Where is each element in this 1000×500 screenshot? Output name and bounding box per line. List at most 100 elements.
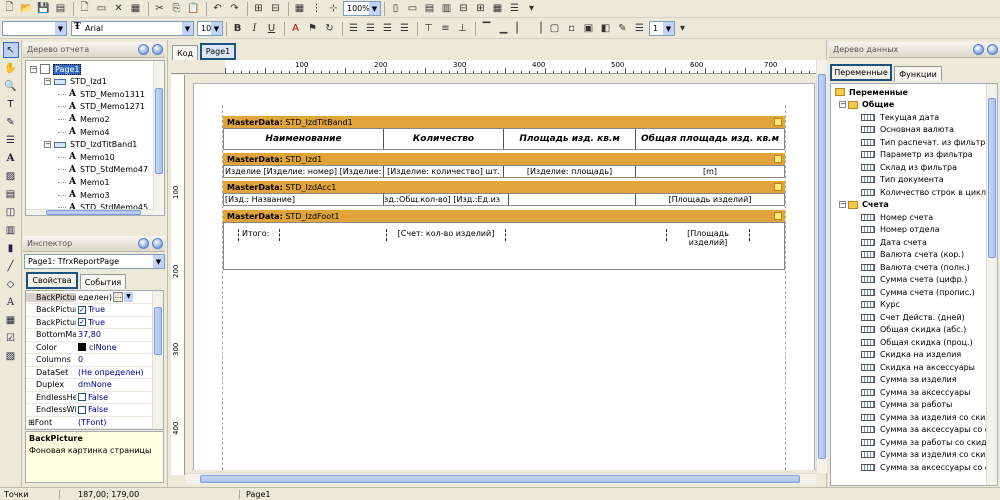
toolbar-more-icon[interactable]: ▾ bbox=[524, 1, 539, 16]
data-tree-folder[interactable]: − Общие bbox=[839, 99, 894, 112]
memo-izd-name[interactable]: Изделие [Изделие: номер] [Изделие: ши bbox=[224, 166, 384, 177]
inspector-object-combo[interactable]: Page1: TfrxReportPage ▼ bbox=[24, 254, 165, 269]
cut-icon[interactable]: ✂ bbox=[152, 1, 167, 16]
bold-button[interactable]: B bbox=[230, 21, 245, 36]
property-value[interactable]: False bbox=[76, 393, 154, 402]
frame-bottom-icon[interactable]: ▁ bbox=[496, 21, 511, 36]
chevron-down-icon[interactable]: ▼ bbox=[153, 255, 164, 268]
memo-header-name[interactable]: Наименование bbox=[224, 129, 384, 149]
band-settings-icon[interactable] bbox=[774, 118, 782, 126]
frame-width-combo[interactable]: 1 ▼ bbox=[649, 21, 675, 36]
report-options-icon[interactable]: ▭ bbox=[405, 1, 420, 16]
frame-right-icon[interactable]: ▕ bbox=[530, 21, 545, 36]
chevron-down-icon[interactable]: ▼ bbox=[663, 22, 674, 35]
style-combo[interactable]: ▼ bbox=[2, 21, 67, 36]
data-tree-variable[interactable]: Сумма за аксессуары bbox=[861, 386, 970, 399]
copy-icon[interactable]: ⎘ bbox=[169, 1, 184, 16]
data-tree-variable[interactable]: Сумма счета (пропис.) bbox=[861, 286, 975, 299]
property-row[interactable]: Duplex dmNone bbox=[26, 379, 154, 392]
data-tree-variable[interactable]: Скидка на аксессуары bbox=[861, 361, 975, 374]
expand-icon[interactable]: − bbox=[44, 78, 51, 86]
line-tool-icon[interactable]: ╱ bbox=[3, 258, 19, 274]
new-dialog-icon[interactable]: ▭ bbox=[94, 1, 109, 16]
page-settings-icon[interactable]: ▦ bbox=[128, 1, 143, 16]
expand-icon[interactable]: − bbox=[839, 101, 846, 109]
memo-izd-quantity[interactable]: [Изделие: количество] шт. bbox=[384, 166, 504, 177]
checkbox-icon[interactable]: ✓ bbox=[78, 318, 86, 326]
tab-code[interactable]: Код bbox=[172, 45, 198, 60]
report-tree-item[interactable]: − STD_IzdTitBand1 bbox=[44, 139, 137, 151]
memo-foot-area[interactable]: [Площадь изделий] bbox=[666, 229, 750, 247]
data-tree-variable[interactable]: Номер счета bbox=[861, 211, 933, 224]
align-center-icon[interactable]: ☰ bbox=[363, 21, 378, 36]
expand-icon[interactable]: − bbox=[839, 201, 846, 209]
data-tree-variable[interactable]: Курс bbox=[861, 299, 900, 312]
data-tree-variable[interactable]: Общая скидка (проц.) bbox=[861, 336, 973, 349]
report-tree-item[interactable]: − Page1 bbox=[30, 63, 82, 75]
new-report-icon[interactable]: 🗋 bbox=[2, 1, 17, 16]
property-row[interactable]: Columns 0 bbox=[26, 354, 154, 367]
subreport-tool-icon[interactable]: ▤ bbox=[3, 186, 19, 202]
italic-button[interactable]: I bbox=[247, 21, 262, 36]
save-icon[interactable]: 💾 bbox=[36, 1, 51, 16]
styles-icon[interactable]: ▥ bbox=[439, 1, 454, 16]
ungroup-icon[interactable]: ⊟ bbox=[268, 1, 283, 16]
tab-page1[interactable]: Page1 bbox=[200, 43, 236, 60]
scroll-thumb[interactable] bbox=[200, 475, 800, 483]
band-header-titband[interactable]: MasterData: STD_IzdTitBand1 bbox=[223, 116, 785, 128]
band-titband[interactable]: Наименование Количество Площадь изд. кв.… bbox=[223, 128, 785, 150]
memo-acc-name[interactable]: [Изд.: Название] bbox=[224, 194, 384, 205]
crosstab-tool-icon[interactable]: ▦ bbox=[3, 312, 19, 328]
frame-style-icon[interactable]: ☰ bbox=[632, 21, 647, 36]
band-izd[interactable]: Изделие [Изделие: номер] [Изделие: ши [И… bbox=[223, 165, 785, 178]
text-edit-tool-icon[interactable]: T bbox=[3, 96, 19, 112]
memo-foot-total-label[interactable]: Итого: bbox=[238, 229, 280, 241]
frame-left-icon[interactable]: ▏ bbox=[513, 21, 528, 36]
band-settings-icon[interactable] bbox=[774, 212, 782, 220]
redo-icon[interactable]: ↷ bbox=[227, 1, 242, 16]
property-row[interactable]: BackPicturePrintable✓True bbox=[26, 304, 154, 317]
memo-header-area[interactable]: Площадь изд. кв.м bbox=[504, 129, 636, 149]
panel-close-icon[interactable] bbox=[152, 44, 163, 55]
report-tree-item[interactable]: A Memo2 bbox=[58, 113, 110, 125]
checkbox-icon[interactable]: ✓ bbox=[78, 305, 86, 314]
data-tree-variable[interactable]: Сумма за работы bbox=[861, 399, 952, 412]
chevron-down-icon[interactable]: ▼ bbox=[124, 292, 133, 302]
property-row[interactable]: BottomMargin37,80 bbox=[26, 329, 154, 342]
band-foot[interactable]: Итого: [Счет: кол-во изделий] [Площадь и… bbox=[223, 222, 785, 270]
data-tree-variable[interactable]: Валюта счета (полн.) bbox=[861, 261, 970, 274]
zoom-tool-icon[interactable]: 🔍 bbox=[3, 78, 19, 94]
report-tree-item[interactable]: A STD_StdMemo47 bbox=[58, 164, 148, 176]
font-name-combo[interactable]: Ŧ Arial ▼ bbox=[71, 21, 194, 36]
barcode-tool-icon[interactable]: ▮ bbox=[3, 240, 19, 256]
paste-icon[interactable]: 📋 bbox=[186, 1, 201, 16]
align-justify-icon[interactable]: ☰ bbox=[397, 21, 412, 36]
report-tree-item[interactable]: A Memo3 bbox=[58, 189, 110, 201]
frame-none-icon[interactable]: ▫ bbox=[564, 21, 579, 36]
report-tree-icon[interactable]: ▦ bbox=[490, 1, 505, 16]
band-settings-icon[interactable] bbox=[774, 155, 782, 163]
data-tree-folder[interactable]: Переменные bbox=[835, 86, 908, 99]
band-header-foot[interactable]: MasterData: STD_IzdFoot1 bbox=[223, 210, 785, 222]
property-row[interactable]: ⊞Font (TFont) bbox=[26, 416, 154, 429]
tab-events[interactable]: События bbox=[80, 274, 126, 289]
data-tree-variable[interactable]: Сумма за аксессуары со ски bbox=[861, 461, 997, 474]
data-tree-variable[interactable]: Скидка на изделия bbox=[861, 349, 961, 362]
property-value[interactable]: 0 bbox=[76, 355, 154, 364]
open-icon[interactable]: 📂 bbox=[19, 1, 34, 16]
property-value[interactable]: dmNone bbox=[76, 380, 154, 389]
data-tree-variable[interactable]: Текущая дата bbox=[861, 111, 939, 124]
band-header-acc[interactable]: MasterData: STD_IzdAcc1 bbox=[223, 181, 785, 193]
rotate-text-icon[interactable]: ↻ bbox=[322, 21, 337, 36]
expand-icon[interactable]: − bbox=[44, 141, 51, 149]
panel-close-icon[interactable] bbox=[987, 44, 998, 55]
property-value[interactable]: (Не определен) bbox=[76, 368, 154, 377]
property-value[interactable]: ✓ True bbox=[76, 318, 154, 327]
band-acc[interactable]: [Изд.: Название] зд.:Общ.кол-во] [Изд.:Е… bbox=[223, 193, 785, 206]
data-tree-scrollbar[interactable] bbox=[986, 84, 997, 485]
richtext-tool-icon[interactable]: A bbox=[3, 294, 19, 310]
panel-pin-icon[interactable] bbox=[138, 44, 149, 55]
property-row[interactable]: EndlessHeight False bbox=[26, 391, 154, 404]
report-tree-item[interactable]: A STD_Memo1311 bbox=[58, 88, 145, 100]
band-tool-icon[interactable]: ☰ bbox=[3, 132, 19, 148]
